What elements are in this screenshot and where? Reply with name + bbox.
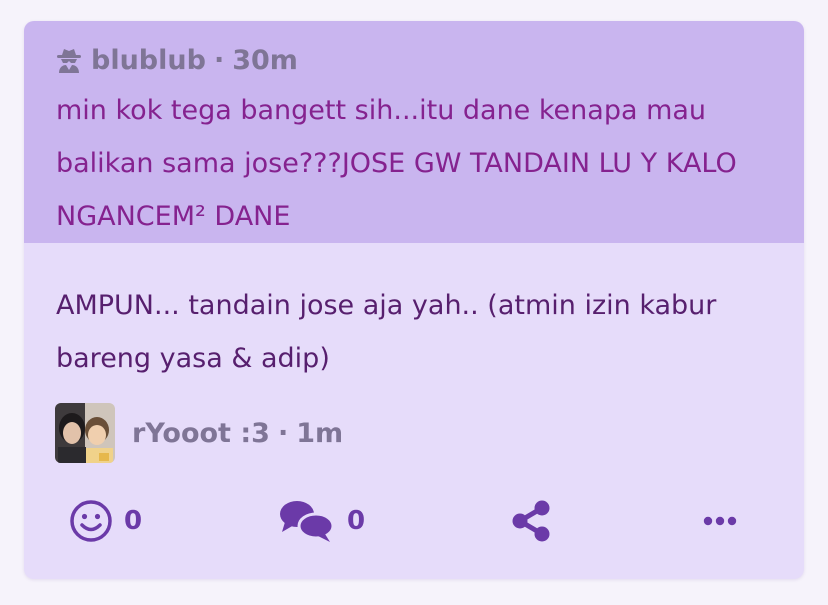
question-section: blublub · 30m min kok tega bangett sih..…	[24, 21, 804, 243]
spy-icon	[57, 49, 81, 73]
answer-time: 1m	[296, 417, 344, 449]
comments-icon	[280, 501, 335, 542]
smiley-icon	[70, 500, 112, 542]
avatar[interactable]	[55, 403, 115, 463]
reaction-count: 0	[124, 506, 143, 536]
meta-separator: ·	[277, 417, 289, 449]
more-dots-icon	[703, 516, 737, 526]
question-text: min kok tega bangett sih...itu dane kena…	[56, 95, 737, 232]
answer-author[interactable]: rYooot :3	[132, 418, 270, 449]
meta-separator: ·	[213, 44, 225, 76]
share-button[interactable]	[510, 496, 552, 546]
post-card: blublub · 30m min kok tega bangett sih..…	[24, 21, 804, 579]
share-icon	[512, 500, 550, 542]
question-author[interactable]: blublub	[91, 45, 206, 76]
answer-meta: rYooot :3 · 1m	[55, 402, 343, 464]
more-button[interactable]	[700, 496, 740, 546]
question-time: 30m	[232, 44, 298, 76]
action-bar: 0 0	[24, 496, 804, 546]
reaction-button[interactable]: 0	[68, 496, 142, 546]
answer-text: AMPUN... tandain jose aja yah.. (atmin i…	[56, 290, 717, 374]
question-meta: blublub · 30m	[55, 43, 298, 77]
comment-button[interactable]: 0	[277, 496, 365, 546]
comment-count: 0	[347, 506, 366, 536]
